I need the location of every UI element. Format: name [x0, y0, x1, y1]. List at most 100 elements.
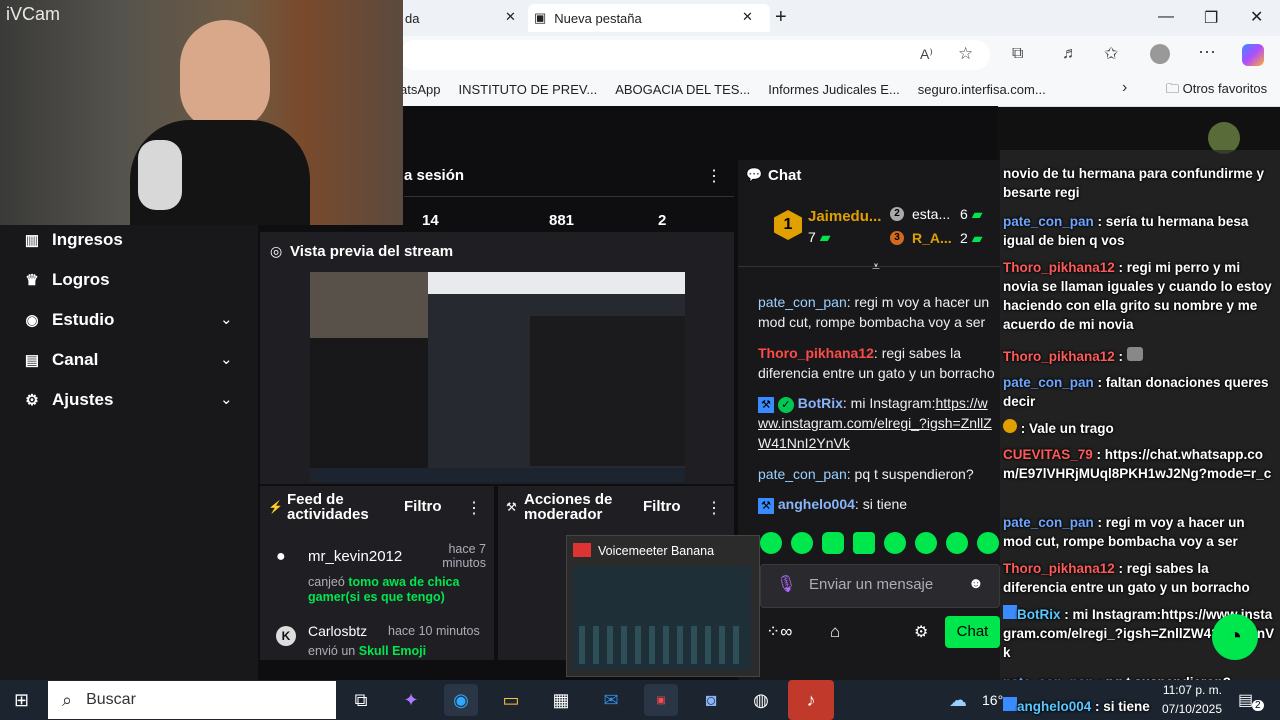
read-aloud-icon[interactable]: A⁾	[920, 46, 933, 63]
voicemeeter-thumbnail[interactable]: Voicemeeter Banana	[566, 535, 760, 677]
more-vertical-icon[interactable]: ⋮	[706, 498, 722, 518]
chat-bubble-icon[interactable]: ◔	[1212, 614, 1258, 660]
sidebar-item-estudio[interactable]: ◉ Estudio	[22, 310, 114, 330]
overlay-message: pate_con_pan : regi m voy a hacer un mod…	[1003, 513, 1275, 551]
overlay-message: : Vale un trago	[1003, 419, 1275, 438]
filter-button[interactable]: Filtro	[643, 498, 681, 515]
feed-time: hace 7 minutos	[442, 542, 486, 570]
sidebar-item-ingresos[interactable]: ▥ Ingresos	[22, 230, 123, 250]
chat-username[interactable]: Thoro_pikhana12	[758, 345, 874, 361]
bookmark-item[interactable]: seguro.interfisa.com...	[918, 82, 1046, 97]
chevron-down-icon[interactable]: ⌄	[220, 310, 233, 328]
points-value: 6	[960, 206, 968, 222]
emote-icon[interactable]	[791, 532, 813, 554]
bookmark-item[interactable]: Informes Judicales E...	[768, 82, 900, 97]
bookmark-item[interactable]: atsApp	[400, 82, 440, 97]
sidebar-item-ajustes[interactable]: ⚙ Ajustes	[22, 390, 113, 410]
chat-send-button[interactable]: Chat	[945, 616, 1000, 648]
favorites-icon[interactable]: ✩	[1104, 44, 1118, 64]
more-vertical-icon[interactable]: ⋮	[466, 498, 482, 518]
new-tab-plus-icon[interactable]: +	[775, 6, 787, 29]
face-shape	[180, 20, 270, 130]
edge-icon[interactable]: ◉	[444, 684, 478, 716]
emote-icon[interactable]	[760, 532, 782, 554]
browser-tab-2[interactable]: ▣ Nueva pestaña ✕	[528, 4, 770, 32]
leaderboard-name[interactable]: esta...	[912, 206, 950, 222]
chat-username[interactable]: pate_con_pan	[758, 466, 847, 482]
overlay-text: :	[1114, 349, 1127, 364]
chat-text: : pq t suspendieron?	[846, 466, 974, 482]
browser-tab-1[interactable]: da ✕	[405, 4, 520, 32]
voicemeeter-icon[interactable]: ▣	[644, 684, 678, 716]
store-icon[interactable]: ▦	[544, 684, 578, 716]
gear-icon: ⚙	[25, 392, 39, 409]
leaderboard-name[interactable]: R_A...	[912, 230, 952, 246]
store-icon[interactable]: ⌂	[830, 622, 840, 642]
restore-icon[interactable]: ❐	[1204, 8, 1218, 28]
close-tab-icon[interactable]: ✕	[505, 9, 516, 25]
weather-icon: ☁	[949, 690, 967, 710]
obs-icon[interactable]: ◍	[744, 684, 778, 716]
sidebar-item-canal[interactable]: ▤ Canal	[22, 350, 98, 370]
extensions-icon[interactable]: ⧉	[1012, 45, 1023, 63]
emote-icon[interactable]	[853, 532, 875, 554]
chevron-down-icon[interactable]: ⌄	[220, 390, 233, 408]
chevron-down-icon[interactable]: ⌄	[220, 350, 233, 368]
other-favorites[interactable]: 🗀 Otros favoritos	[1166, 80, 1267, 102]
minimize-icon[interactable]: —	[1158, 8, 1174, 26]
copilot-icon[interactable]	[1242, 44, 1264, 66]
bookmark-item[interactable]: INSTITUTO DE PREV...	[458, 82, 597, 97]
sidebar-item-logros[interactable]: ♛ Logros	[22, 270, 110, 290]
bookmark-item[interactable]: ABOGACIA DEL TES...	[615, 82, 750, 97]
ivcam-icon[interactable]: ◙	[694, 684, 728, 716]
leaderboard-points: 2 ▰	[960, 230, 982, 247]
microphone-icon[interactable]: 🎙	[776, 574, 796, 594]
windows-start-icon[interactable]: ⊞	[14, 690, 29, 711]
task-view-icon[interactable]: ⧉	[344, 684, 378, 716]
close-window-icon[interactable]: ✕	[1250, 7, 1263, 27]
other-favorites-label: Otros favoritos	[1182, 81, 1268, 96]
emote-icon[interactable]	[915, 532, 937, 554]
address-input[interactable]	[400, 40, 990, 70]
chat-username[interactable]: pate_con_pan	[758, 294, 847, 310]
overlay-message: novio de tu hermana para confundirme y b…	[1003, 164, 1275, 202]
overlay-message: CUEVITAS_79 : https://chat.whatsapp.com/…	[1003, 445, 1275, 483]
copilot-icon[interactable]: ✦	[394, 684, 428, 716]
overlay-user: anghelo004	[1017, 699, 1092, 714]
chevron-right-icon[interactable]: ›	[1122, 79, 1127, 97]
clock-time[interactable]: 11:07 p. m.	[1158, 683, 1222, 697]
stream-preview-video[interactable]	[310, 272, 685, 482]
emoji-icon[interactable]: ☻	[968, 575, 984, 592]
outlook-icon[interactable]: ✉	[594, 684, 628, 716]
emote-icon[interactable]	[946, 532, 968, 554]
emote-icon[interactable]	[977, 532, 999, 554]
more-vertical-icon[interactable]: ⋮	[706, 166, 722, 186]
feed-action: envió un	[308, 644, 359, 658]
mod-title: Acciones de moderador	[524, 491, 613, 523]
chat-username[interactable]: anghelo004	[778, 496, 855, 512]
tiktok-icon[interactable]: ♪	[788, 680, 834, 720]
feed-reward: Skull Emoji	[358, 644, 427, 658]
feed-user[interactable]: Carlosbtz	[308, 623, 367, 639]
gear-icon[interactable]: ⚙	[914, 622, 928, 642]
leaderboard-name[interactable]: Jaimedu...	[808, 208, 881, 225]
session-title: a sesión	[404, 167, 465, 184]
emote-icon[interactable]	[884, 532, 906, 554]
media-icon[interactable]: ♬	[1062, 45, 1078, 63]
profile-icon[interactable]	[1150, 44, 1170, 64]
emote-icon[interactable]	[822, 532, 844, 554]
filter-button[interactable]: Filtro	[404, 498, 442, 515]
more-menu-icon[interactable]: ⋯	[1198, 42, 1216, 63]
overlay-text: : si tiene	[1091, 699, 1150, 714]
taskbar-search[interactable]: ⌕ Buscar	[48, 681, 336, 719]
close-tab-icon[interactable]: ✕	[742, 9, 753, 25]
sidebar-item-label: Ingresos	[52, 230, 123, 249]
sidebar-item-label: Logros	[52, 270, 110, 289]
chat-username[interactable]: BotRix	[798, 395, 843, 411]
feed-user[interactable]: mr_kevin2012	[308, 548, 402, 565]
collapse-icon[interactable]: ⩡	[872, 258, 880, 275]
points-icon[interactable]: ⁘∞	[766, 622, 792, 642]
file-explorer-icon[interactable]: ▭	[494, 684, 528, 716]
star-icon[interactable]: ☆	[958, 44, 973, 64]
overlay-user: CUEVITAS_79	[1003, 447, 1093, 462]
